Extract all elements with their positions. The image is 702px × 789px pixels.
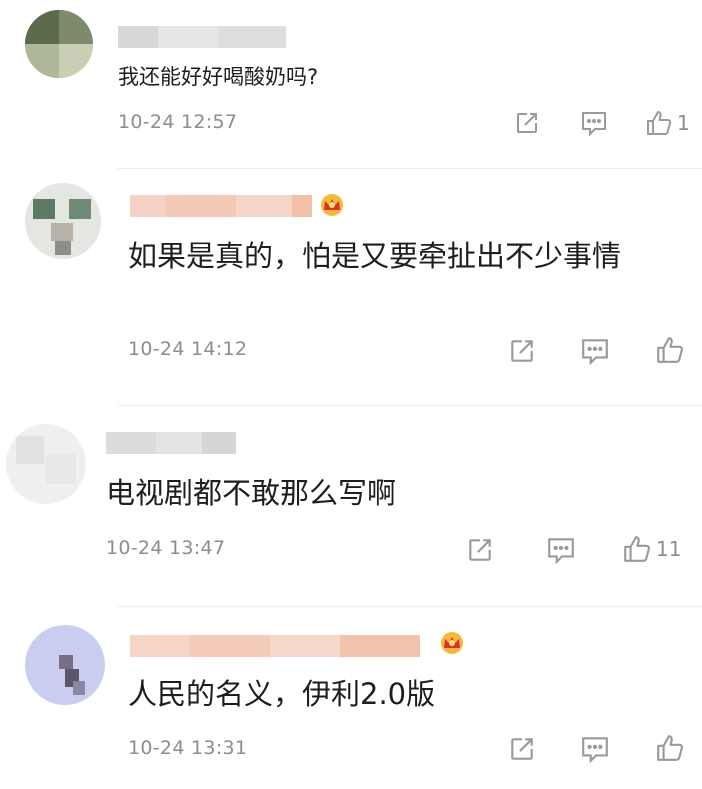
share-icon	[511, 340, 533, 362]
share-button[interactable]	[508, 735, 536, 763]
reply-button[interactable]	[580, 110, 608, 136]
avatar[interactable]	[25, 625, 105, 705]
share-button[interactable]	[466, 536, 494, 564]
reply-button[interactable]	[580, 735, 610, 763]
thumbs-up-icon	[624, 536, 650, 562]
thumbs-up-icon	[647, 111, 672, 135]
comment-item: 我还能好好喝酸奶吗? 10-24 12:57 1	[0, 0, 702, 168]
avatar[interactable]	[25, 10, 93, 78]
reply-button[interactable]	[580, 337, 610, 365]
username-blurred[interactable]	[106, 432, 236, 454]
reply-button[interactable]	[546, 536, 576, 564]
crown-badge-icon	[321, 194, 343, 216]
comment-text: 如果是真的，怕是又要牵扯出不少事情	[128, 239, 622, 273]
share-button[interactable]	[514, 110, 540, 136]
username-blurred[interactable]	[130, 635, 420, 657]
comment-timestamp: 10-24 13:31	[128, 737, 248, 759]
reply-icon	[582, 737, 608, 763]
comment-timestamp: 10-24 12:57	[118, 111, 238, 133]
thumbs-up-icon	[657, 735, 683, 761]
comment-item: 如果是真的，怕是又要牵扯出不少事情 10-24 14:12	[0, 169, 702, 405]
comment-timestamp: 10-24 14:12	[128, 338, 248, 360]
comment-item: 电视剧都不敢那么写啊 10-24 13:47 11	[0, 406, 702, 606]
like-button[interactable]	[655, 733, 689, 763]
comment-text: 人民的名义，伊利2.0版	[128, 677, 436, 711]
comment-item: 人民的名义，伊利2.0版 10-24 13:31	[0, 607, 702, 789]
like-count: 1	[677, 111, 690, 135]
like-button[interactable]: 11	[622, 534, 681, 564]
comment-text: 我还能好好喝酸奶吗?	[118, 65, 319, 89]
reply-icon	[582, 339, 608, 365]
thumbs-up-icon	[657, 337, 683, 363]
share-icon	[517, 113, 537, 133]
like-count: 11	[656, 537, 682, 561]
avatar[interactable]	[6, 424, 86, 504]
username-blurred[interactable]	[118, 26, 286, 48]
crown-badge-icon	[441, 632, 463, 654]
share-button[interactable]	[508, 337, 536, 365]
like-button[interactable]	[655, 335, 689, 365]
username-blurred[interactable]	[130, 195, 312, 217]
reply-icon	[548, 538, 574, 564]
share-icon	[469, 539, 491, 561]
comment-timestamp: 10-24 13:47	[106, 537, 226, 559]
like-button[interactable]: 1	[645, 109, 690, 137]
reply-icon	[582, 112, 606, 136]
comment-text: 电视剧都不敢那么写啊	[106, 476, 397, 510]
share-icon	[511, 738, 533, 760]
avatar[interactable]	[25, 183, 101, 259]
